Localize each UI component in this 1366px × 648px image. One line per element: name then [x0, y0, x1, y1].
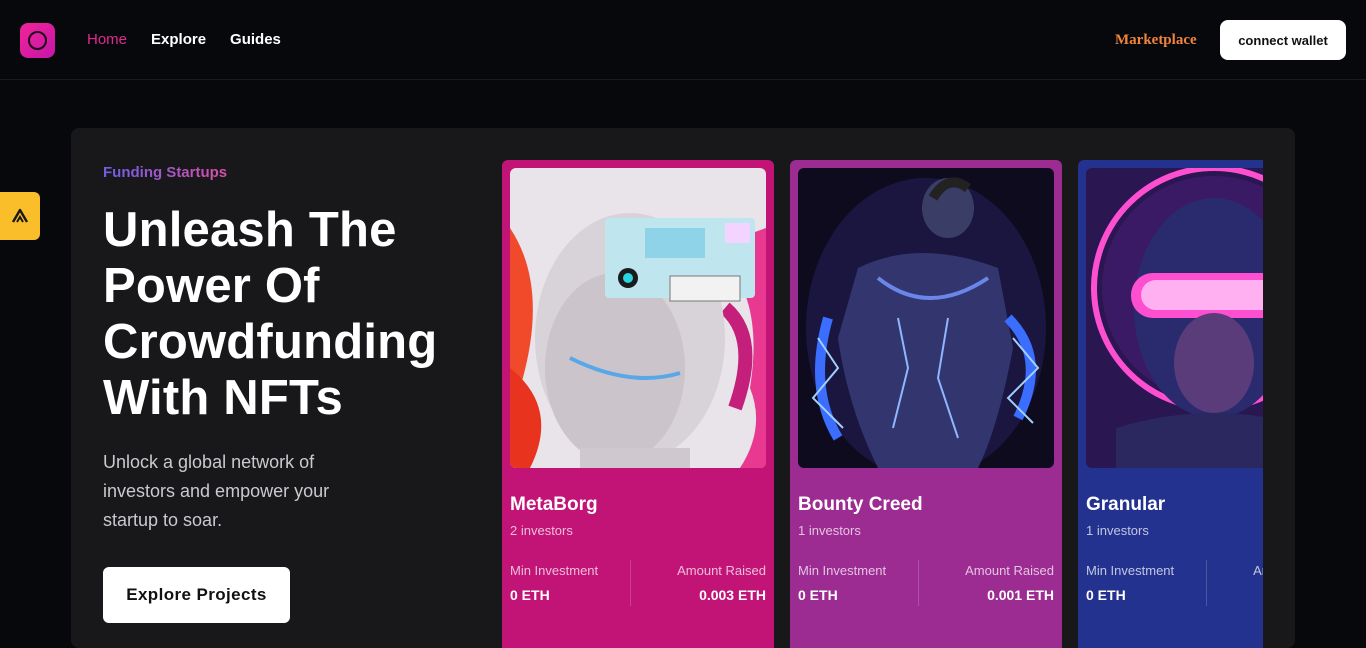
brand-logo-icon[interactable]: [20, 23, 55, 58]
project-card-bounty-creed[interactable]: Bounty Creed 1 investors Min Investment …: [790, 160, 1062, 648]
project-name: MetaBorg: [510, 494, 598, 515]
connect-wallet-button[interactable]: connect wallet: [1220, 20, 1346, 60]
project-card-granular[interactable]: Granular 1 investors Min Investment 0 ET…: [1078, 160, 1263, 648]
project-investors: 1 investors: [1086, 523, 1149, 538]
explore-projects-button[interactable]: Explore Projects: [103, 567, 290, 623]
chevron-up-icon: [11, 208, 29, 223]
min-investment-value: 0 ETH: [798, 587, 838, 603]
min-investment-label: Min Investment: [798, 563, 887, 578]
nav-link-guides[interactable]: Guides: [230, 31, 281, 48]
project-carousel: MetaBorg 2 investors Min Investment 0 ET…: [502, 160, 1263, 648]
primary-nav: Home Explore Guides: [87, 31, 281, 48]
hero-panel: Funding Startups Unleash The Power Of Cr…: [71, 128, 1295, 648]
nav-link-home[interactable]: Home: [87, 31, 127, 48]
project-image-metaborg: [510, 168, 766, 468]
stat-divider: [918, 560, 919, 606]
hero-headline: Unleash The Power Of Crowdfunding With N…: [103, 203, 438, 425]
amount-raised-value: 0.001 ETH: [987, 587, 1054, 603]
project-image-bounty-creed: [798, 168, 1054, 468]
hero-subtitle: Unlock a global network of investors and…: [103, 452, 330, 530]
amount-raised-label: Amount Raised: [1253, 563, 1263, 578]
project-name: Bounty Creed: [798, 494, 923, 515]
min-investment-label: Min Investment: [1086, 563, 1175, 578]
stat-divider: [630, 560, 631, 606]
amount-raised-label: Amount Raised: [677, 563, 766, 578]
top-navbar: Home Explore Guides Marketplace connect …: [0, 0, 1366, 80]
amount-raised-label: Amount Raised: [965, 563, 1054, 578]
project-card-metaborg[interactable]: MetaBorg 2 investors Min Investment 0 ET…: [502, 160, 774, 648]
project-name: Granular: [1086, 494, 1166, 515]
marketplace-link[interactable]: Marketplace: [1115, 32, 1197, 49]
project-image-granular: [1086, 168, 1263, 468]
project-investors: 1 investors: [798, 523, 861, 538]
hero-eyebrow: Funding Startups: [103, 164, 228, 181]
min-investment-label: Min Investment: [510, 563, 599, 578]
project-investors: 2 investors: [510, 523, 573, 538]
min-investment-value: 0 ETH: [1086, 587, 1126, 603]
amount-raised-value: 0.003 ETH: [699, 587, 766, 603]
side-widget-button[interactable]: [0, 192, 40, 240]
min-investment-value: 0 ETH: [510, 587, 550, 603]
nav-link-explore[interactable]: Explore: [151, 31, 206, 48]
stat-divider: [1206, 560, 1207, 606]
